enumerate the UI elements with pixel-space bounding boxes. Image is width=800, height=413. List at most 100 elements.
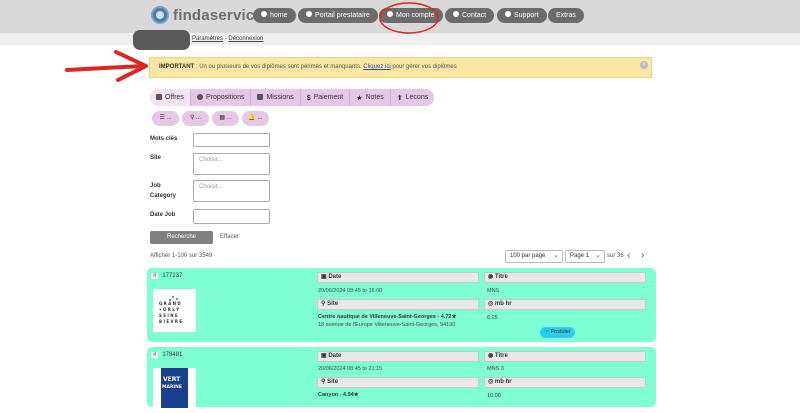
tab-offres-label: Offres [165,94,184,101]
tab-offres[interactable]: Offres [150,89,191,106]
nav-extras-label: Extras [556,12,576,19]
calendar-icon: ▦ [219,115,225,121]
nav-home-button[interactable]: home [253,8,296,23]
alert-tail: pour gérer vos diplômes [390,64,457,70]
page-select[interactable]: Page 1 [565,250,605,263]
home-icon [261,11,267,17]
hash-icon: # [151,273,159,279]
filter-location-label: ... [196,115,202,121]
alert-manage-link[interactable]: Cliquez ici [363,64,390,70]
filter-list-label: ... [166,115,172,121]
rate-field-label: mb hr [494,301,512,307]
brand-logo-icon[interactable] [151,6,169,24]
star-icon: ★ [356,95,363,102]
client-logo: G R A N D • O R L Y S E I N E B I È V R … [153,289,196,332]
offer-id: #178481 [151,352,182,358]
filter-date-button[interactable]: ▦ ... [212,111,239,126]
dollar-icon: $ [306,95,311,102]
date-field-header: ▣ Date [317,351,479,362]
info-icon: ◉ [488,274,495,280]
vert-marine-logo-icon: VERT MARINE [161,368,188,408]
section-tabs: Offres Propositions Missions $ Paiement ★… [150,89,435,106]
page-total: sur 36 [607,253,624,259]
site-field-header: ⚲ Site [317,377,479,388]
globe-icon [306,11,312,17]
site-field-label: Site [327,301,339,307]
site-name-link[interactable]: Canyon - 4.94★ [318,392,359,398]
rate-value: 10.00 [487,393,501,399]
keywords-label: Mots clés [150,136,178,142]
brand-name[interactable]: findaservice [173,7,263,24]
top-navbar: findaservice home Portail prestataire Mo… [0,0,800,33]
user-subbar [0,33,800,45]
nav-contact-label: Contact [462,12,487,19]
filter-alert-label: ... [257,115,263,121]
site-select[interactable]: Choisir... [193,153,270,175]
svg-text:MARINE: MARINE [162,384,182,390]
title-field-header: ◉ Titre [484,272,646,283]
date-value: 20/06/2024 08:45 to 16:00 [318,288,383,294]
date-value: 20/06/2024 08:45 to 21:15 [318,366,383,372]
tab-propositions[interactable]: Propositions [190,89,252,106]
keywords-input[interactable] [193,133,270,147]
tab-lecons[interactable]: ⬆ Lecons [390,89,435,106]
rate-field-label: mb hr [494,379,512,385]
nav-extras-button[interactable]: Extras [548,8,584,23]
nav-portail-label: Portail prestataire [315,12,370,19]
parametres-link[interactable]: Paramètres [192,36,223,42]
apply-button[interactable]: ☞ Postuler [540,327,575,338]
nav-portail-button[interactable]: Portail prestataire [298,8,378,23]
user-avatar-redacted[interactable] [133,30,190,50]
tab-missions-label: Missions [266,94,294,101]
nav-mon-compte-button[interactable]: Mon compte [379,8,443,23]
document-icon [156,94,162,100]
euro-icon: ◎ [488,301,495,307]
title-field-label: Titre [494,353,508,359]
date-field-header: ▣ Date [317,272,479,283]
job-category-select[interactable]: Choisir... [193,180,270,202]
date-field-label: Date [328,353,342,359]
nav-support-button[interactable]: Support [497,8,547,23]
prev-page-icon[interactable]: ‹ [627,250,630,261]
clock-icon [196,94,203,100]
tab-notes[interactable]: ★ Notes [350,89,391,106]
svg-text:• O R L Y: • O R L Y [159,307,179,312]
deconnexion-link[interactable]: Déconnexion [228,36,263,42]
close-icon[interactable]: × [640,61,648,69]
rate-field-header: ◎ mb hr [484,299,646,310]
alert-text: : Un ou plusieurs de vos diplômes sont p… [194,64,364,70]
clear-button[interactable]: Effacer [220,234,239,240]
date-job-input[interactable] [193,209,270,224]
filter-date-label: ... [226,115,232,121]
apply-label: Postuler [550,329,571,335]
diploma-alert: IMPORTANT : Un ou plusieurs de vos diplô… [149,57,652,78]
next-page-icon[interactable]: › [641,250,644,261]
alert-strong: IMPORTANT [159,64,195,70]
search-button[interactable]: Recherche [150,231,213,244]
chat-icon [453,11,459,17]
filter-location-button[interactable]: ⚲ ... [182,111,209,126]
gear-icon [387,11,393,17]
link-separator: - [224,36,227,42]
site-field-label: Site [327,379,339,385]
svg-text:VERT: VERT [163,376,181,383]
per-page-select[interactable]: 100 par page [505,250,563,263]
filter-list-button[interactable]: ☰ ... [152,111,179,126]
red-arrow-shaft-icon [65,64,145,72]
tab-paiement[interactable]: $ Paiement [300,89,351,106]
nav-contact-button[interactable]: Contact [445,8,495,23]
site-name-link[interactable]: Centre nautique de Villeneuve-Saint-Geor… [318,314,456,320]
date-job-label: Date Job [150,212,176,218]
svg-text:S E I N E: S E I N E [159,313,178,318]
list-icon: ☰ [159,115,165,121]
nav-home-label: home [270,12,288,19]
help-icon [505,11,511,17]
filter-alert-button[interactable]: 🔔 ... [242,111,269,126]
job-offer-card[interactable]: #177237 G R A N D • O R L Y S E I N E B … [147,268,656,342]
client-logo: VERT MARINE [153,368,196,408]
job-offer-card[interactable]: #178481 VERT MARINE ▣ Date 20/06/2024 08… [147,347,656,408]
tab-missions[interactable]: Missions [251,89,301,106]
offer-id-value: 177237 [162,273,183,279]
title-value: MNS [487,288,500,294]
nav-mon-compte-label: Mon compte [396,12,435,19]
